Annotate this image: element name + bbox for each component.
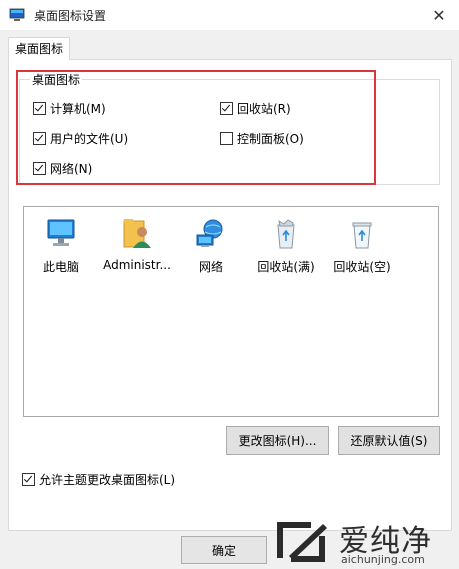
button-label: 更改图标(H)... <box>238 434 317 448</box>
list-item-this-pc[interactable]: 此电脑 <box>24 215 98 275</box>
list-item-label: 网络 <box>198 260 223 274</box>
restore-default-button[interactable]: 还原默认值(S) <box>338 426 440 455</box>
button-label: 确定 <box>211 543 236 558</box>
change-icon-button[interactable]: 更改图标(H)... <box>226 426 329 455</box>
list-item-network[interactable]: 网络 <box>174 215 248 275</box>
recycle-bin-full-icon <box>277 219 295 249</box>
tab-desktop-icons[interactable]: 桌面图标 <box>8 37 70 60</box>
list-item-label: 回收站(满) <box>257 260 315 274</box>
monitor-icon <box>47 219 75 246</box>
user-folder-icon <box>123 219 151 248</box>
close-button[interactable]: ✕ <box>419 0 459 30</box>
checkbox-box[interactable] <box>22 473 35 486</box>
icon-list-view[interactable]: 此电脑 Administr... 网络 回收站(满) 回收站(空) <box>23 206 439 417</box>
close-icon: ✕ <box>432 5 446 25</box>
checkbox-allow-theme[interactable]: 允许主题更改桌面图标(L) <box>22 471 175 488</box>
list-item-recycle-bin-empty[interactable]: 回收站(空) <box>325 215 399 275</box>
title-bar: 桌面图标设置 ✕ <box>0 0 459 30</box>
watermark: 爱纯净 aichunjing.com <box>271 516 458 568</box>
red-highlight-box <box>16 70 376 185</box>
list-item-administrator[interactable]: Administr... <box>100 215 174 272</box>
list-item-label: 回收站(空) <box>333 260 391 274</box>
recycle-bin-empty-icon <box>352 222 372 249</box>
window-title: 桌面图标设置 <box>34 9 107 23</box>
window-app-icon <box>9 8 25 21</box>
network-globe-icon <box>196 219 223 247</box>
list-item-recycle-bin-full[interactable]: 回收站(满) <box>249 215 323 275</box>
ok-button[interactable]: 确定 <box>181 536 267 564</box>
button-label: 还原默认值(S) <box>350 434 428 448</box>
watermark-url: aichunjing.com <box>341 553 425 566</box>
watermark-logo-icon <box>277 522 327 562</box>
list-item-label: 此电脑 <box>42 260 79 274</box>
checkbox-label: 允许主题更改桌面图标(L) <box>39 473 176 487</box>
list-item-label: Administr... <box>103 258 171 272</box>
tab-label: 桌面图标 <box>14 42 63 56</box>
